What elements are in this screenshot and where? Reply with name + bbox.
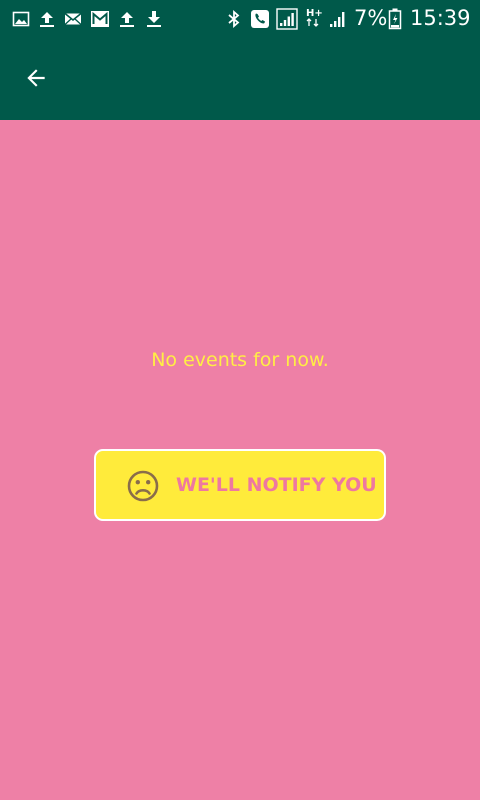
upload-icon (40, 12, 54, 27)
battery-icon (388, 8, 402, 30)
call-icon (251, 10, 269, 28)
back-button[interactable] (12, 54, 60, 102)
signal-icon (276, 8, 298, 30)
upload-icon (120, 12, 134, 27)
arrow-back-icon (27, 69, 45, 87)
gmail-icon (91, 11, 109, 27)
download-icon (147, 11, 161, 27)
empty-state-message: No events for now. (151, 349, 329, 371)
battery-percent: 7% (354, 6, 388, 30)
bluetooth-icon (228, 10, 240, 28)
status-bar: H+ 7% 15:39 (0, 0, 480, 38)
app-bar (0, 38, 480, 120)
mail-icon (64, 12, 82, 25)
clock-time: 15:39 (410, 6, 471, 30)
svg-text:H+: H+ (306, 8, 323, 19)
sad-face-icon (127, 470, 159, 502)
notify-button[interactable]: WE'LL NOTIFY YOU (94, 449, 386, 521)
notify-button-label: WE'LL NOTIFY YOU (176, 474, 377, 496)
hplus-data-icon: H+ (306, 8, 323, 27)
screen: H+ 7% 15:39 No events for now. WE'LL NOT… (0, 0, 480, 800)
image-icon (12, 11, 30, 27)
signal-bars-icon (330, 12, 345, 27)
